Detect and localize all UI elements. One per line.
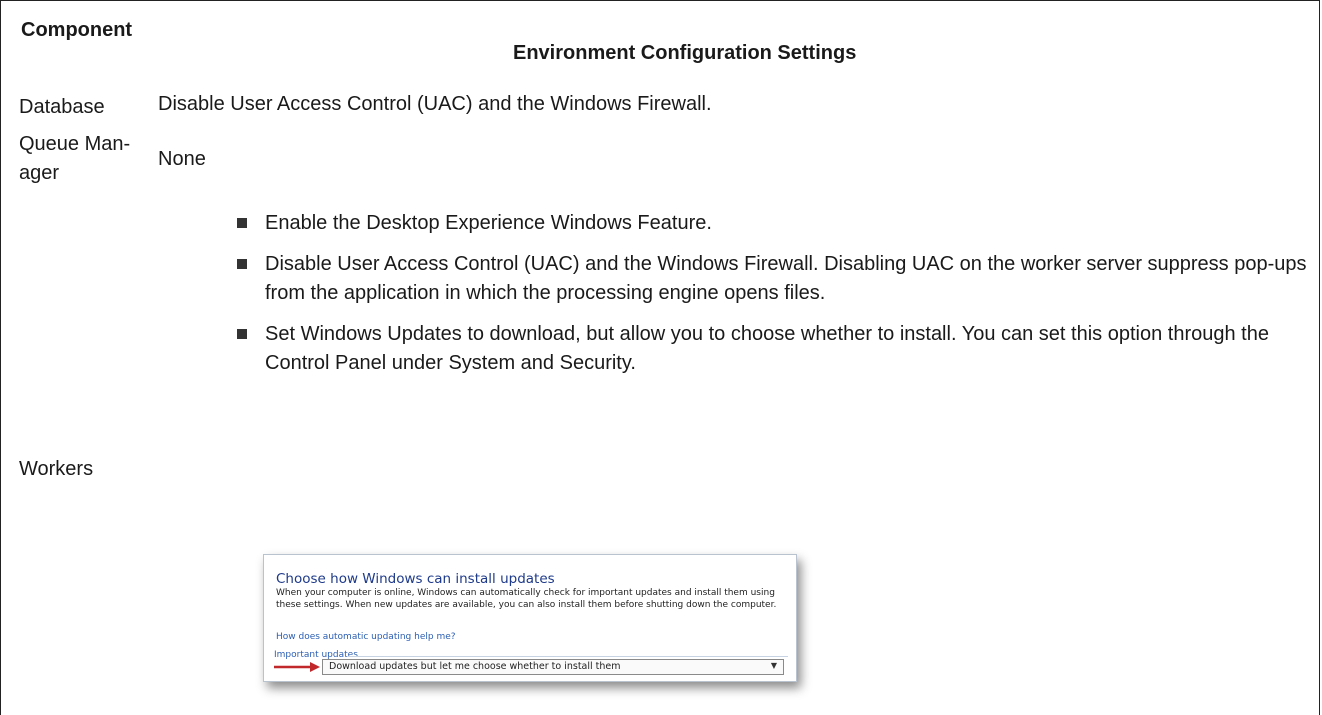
square-bullet-icon — [237, 218, 247, 228]
row-queue-manager-settings: None — [158, 148, 206, 170]
list-item-text: Set Windows Updates to download, but all… — [265, 323, 1269, 374]
table-frame: Component Environment Configuration Sett… — [0, 0, 1320, 715]
queue-manager-line-2: ager — [19, 162, 60, 184]
row-queue-manager-component: Queue Man- ager — [19, 130, 159, 188]
list-item: Disable User Access Control (UAC) and th… — [237, 250, 1307, 308]
row-workers-component: Workers — [19, 458, 94, 480]
dialog-description: When your computer is online, Windows ca… — [276, 588, 777, 610]
windows-update-dialog-screenshot: Choose how Windows can install updates W… — [263, 554, 797, 682]
dialog-help-link[interactable]: How does automatic updating help me? — [276, 632, 456, 642]
workers-settings-list: Enable the Desktop Experience Windows Fe… — [237, 209, 1307, 390]
column-header-settings: Environment Configuration Settings — [513, 42, 857, 64]
red-arrow-icon — [274, 662, 320, 672]
list-item: Set Windows Updates to download, but all… — [237, 320, 1307, 378]
important-updates-select[interactable]: Download updates but let me choose wheth… — [322, 659, 784, 675]
chevron-down-icon[interactable]: ▼ — [771, 661, 777, 670]
column-header-component: Component — [21, 19, 133, 41]
dialog-group-divider — [348, 656, 788, 657]
square-bullet-icon — [237, 259, 247, 269]
list-item: Enable the Desktop Experience Windows Fe… — [237, 209, 1307, 238]
select-value: Download updates but let me choose wheth… — [329, 661, 621, 672]
square-bullet-icon — [237, 329, 247, 339]
row-database-component: Database — [19, 96, 105, 118]
row-database-settings: Disable User Access Control (UAC) and th… — [158, 93, 712, 115]
queue-manager-line-1: Queue Man- — [19, 133, 131, 155]
list-item-text: Disable User Access Control (UAC) and th… — [265, 253, 1307, 304]
list-item-text: Enable the Desktop Experience Windows Fe… — [265, 212, 712, 234]
dialog-title: Choose how Windows can install updates — [276, 571, 555, 587]
